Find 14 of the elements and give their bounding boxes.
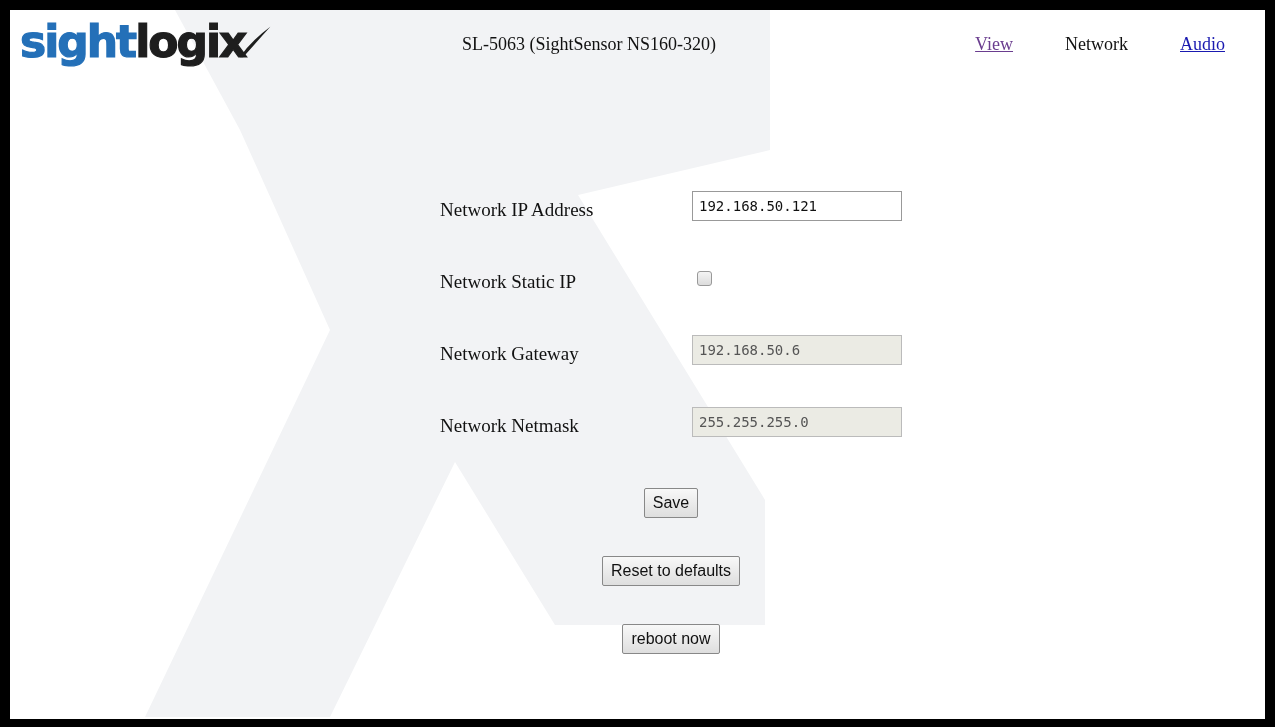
- action-button[interactable]: Save: [643, 488, 699, 518]
- action-button[interactable]: Reset to defaults: [601, 556, 741, 586]
- field-label: Network Netmask: [440, 414, 580, 437]
- logo: sightlogix: [20, 20, 246, 64]
- action-button[interactable]: reboot now: [622, 624, 720, 654]
- field-label: Network Gateway: [440, 342, 580, 365]
- input-field[interactable]: 192.168.50.121: [692, 191, 902, 221]
- field-label: Network IP Address: [440, 198, 595, 221]
- checkbox[interactable]: [697, 270, 712, 286]
- field-label: Network Static IP: [440, 270, 578, 293]
- nav-link[interactable]: Network: [1065, 34, 1128, 55]
- nav-link[interactable]: View: [975, 34, 1013, 55]
- nav-link[interactable]: Audio: [1180, 34, 1225, 55]
- device-title: SL-5063 (SightSensor NS160-320): [462, 34, 716, 55]
